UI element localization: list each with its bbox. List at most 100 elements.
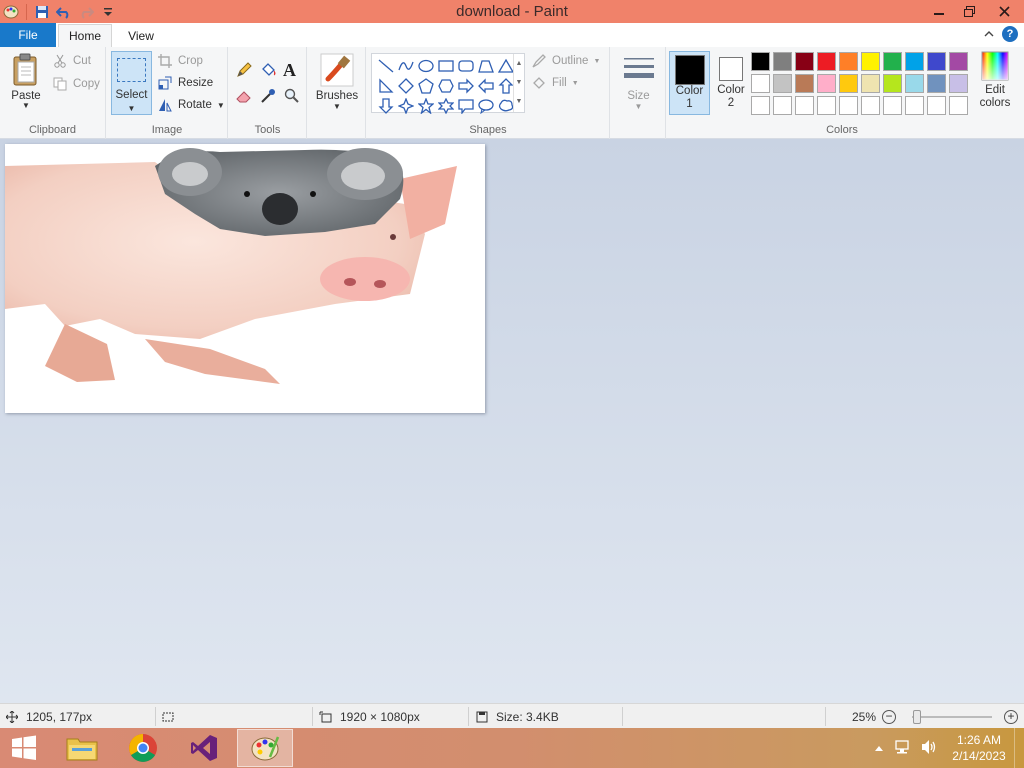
paste-dropdown-icon[interactable]: ▼ [8, 102, 44, 110]
volume-icon[interactable] [920, 739, 938, 758]
redo-icon[interactable] [77, 3, 95, 21]
color-swatch[interactable] [839, 74, 858, 93]
paste-button[interactable]: Paste ▼ [8, 53, 44, 110]
color-swatch[interactable] [773, 96, 792, 115]
zoom-in-button[interactable]: + [1004, 710, 1018, 724]
save-icon[interactable] [33, 3, 51, 21]
fill-button[interactable]: Fill ▼ [531, 73, 579, 93]
line-shape-icon[interactable] [376, 56, 396, 76]
down-arrow-shape-icon[interactable] [376, 96, 396, 116]
color-swatch[interactable] [927, 96, 946, 115]
size-button[interactable]: Size ▼ [611, 53, 666, 111]
color-swatch[interactable] [949, 96, 968, 115]
customize-qat-icon[interactable] [99, 3, 117, 21]
color-swatch[interactable] [949, 74, 968, 93]
select-button[interactable]: Select ▼ [111, 51, 152, 115]
drawing-canvas[interactable] [5, 144, 485, 413]
rectangle-shape-icon[interactable] [436, 56, 456, 76]
oval-shape-icon[interactable] [416, 56, 436, 76]
magnifier-icon[interactable] [283, 87, 307, 113]
fill-bucket-icon[interactable] [259, 61, 283, 87]
color-swatch[interactable] [839, 52, 858, 71]
color-swatch[interactable] [883, 96, 902, 115]
tab-view[interactable]: View [116, 24, 166, 47]
color-swatch[interactable] [773, 74, 792, 93]
network-icon[interactable] [894, 739, 912, 758]
color-swatch[interactable] [817, 74, 836, 93]
color-swatch[interactable] [839, 96, 858, 115]
show-hidden-icons[interactable] [874, 741, 884, 755]
zoom-slider-thumb[interactable] [913, 710, 921, 724]
paint-app-icon[interactable] [2, 3, 20, 21]
rotate-button[interactable]: Rotate ▼ [157, 95, 225, 115]
pentagon-shape-icon[interactable] [416, 76, 436, 96]
edit-colors-button[interactable]: Edit colors [973, 51, 1017, 109]
color-swatch[interactable] [861, 74, 880, 93]
resize-button[interactable]: Resize [157, 73, 213, 93]
zoom-out-button[interactable]: − [882, 710, 896, 724]
color-swatch[interactable] [927, 74, 946, 93]
color-swatch[interactable] [883, 74, 902, 93]
tab-home[interactable]: Home [58, 24, 112, 47]
color-swatch[interactable] [861, 52, 880, 71]
outline-dropdown-icon[interactable]: ▼ [593, 58, 600, 65]
color-swatch[interactable] [883, 52, 902, 71]
minimize-ribbon-icon[interactable] [984, 27, 994, 41]
color-swatch[interactable] [795, 52, 814, 71]
text-tool-icon[interactable]: A [283, 61, 307, 87]
six-point-star-shape-icon[interactable] [436, 96, 456, 116]
color-swatch[interactable] [773, 52, 792, 71]
color-swatch[interactable] [949, 52, 968, 71]
close-button[interactable] [984, 0, 1024, 22]
color-swatch[interactable] [927, 52, 946, 71]
color-swatch[interactable] [751, 74, 770, 93]
eraser-icon[interactable] [235, 87, 259, 113]
curve-shape-icon[interactable] [396, 56, 416, 76]
five-point-star-shape-icon[interactable] [416, 96, 436, 116]
canvas-workspace[interactable] [0, 139, 1024, 703]
rectangular-callout-shape-icon[interactable] [456, 96, 476, 116]
fill-dropdown-icon[interactable]: ▼ [572, 80, 579, 87]
oval-callout-shape-icon[interactable] [476, 96, 496, 116]
color-swatch[interactable] [905, 96, 924, 115]
outline-button[interactable]: Outline ▼ [531, 51, 600, 71]
color-swatch[interactable] [751, 52, 770, 71]
rounded-rectangle-shape-icon[interactable] [456, 56, 476, 76]
polygon-shape-icon[interactable] [476, 56, 496, 76]
color-swatch[interactable] [795, 96, 814, 115]
brushes-dropdown-icon[interactable]: ▼ [308, 102, 366, 111]
minimize-button[interactable] [924, 0, 954, 22]
color-swatch[interactable] [905, 52, 924, 71]
color-picker-icon[interactable] [259, 87, 283, 113]
restore-button[interactable] [954, 0, 984, 22]
help-icon[interactable]: ? [1002, 26, 1018, 42]
cut-button[interactable]: Cut [52, 51, 91, 71]
left-arrow-shape-icon[interactable] [476, 76, 496, 96]
color-swatch[interactable] [817, 96, 836, 115]
show-desktop-button[interactable] [1014, 728, 1024, 768]
right-triangle-shape-icon[interactable] [376, 76, 396, 96]
color-swatch[interactable] [817, 52, 836, 71]
copy-button[interactable]: Copy [52, 74, 100, 94]
start-button[interactable] [0, 729, 48, 767]
select-dropdown-icon[interactable]: ▼ [112, 104, 151, 113]
four-point-star-shape-icon[interactable] [396, 96, 416, 116]
taskbar-chrome[interactable] [115, 729, 171, 767]
undo-icon[interactable] [55, 3, 73, 21]
size-dropdown-icon[interactable]: ▼ [611, 102, 666, 111]
zoom-slider-track[interactable] [912, 716, 992, 718]
color-swatch[interactable] [905, 74, 924, 93]
color-swatch[interactable] [795, 74, 814, 93]
taskbar-visual-studio[interactable] [176, 729, 232, 767]
taskbar-file-explorer[interactable] [54, 729, 110, 767]
color-swatch[interactable] [861, 96, 880, 115]
right-arrow-shape-icon[interactable] [456, 76, 476, 96]
taskbar-clock[interactable]: 1:26 AM 2/14/2023 [944, 732, 1014, 764]
pencil-icon[interactable] [235, 61, 259, 87]
shapes-scrollbar[interactable]: ▲ ▼ ▼ [513, 54, 524, 112]
crop-button[interactable]: Crop [157, 51, 203, 71]
brushes-button[interactable]: Brushes ▼ [308, 53, 366, 111]
color1-button[interactable]: Color 1 [669, 51, 710, 115]
diamond-shape-icon[interactable] [396, 76, 416, 96]
rotate-dropdown-icon[interactable]: ▼ [217, 101, 225, 110]
